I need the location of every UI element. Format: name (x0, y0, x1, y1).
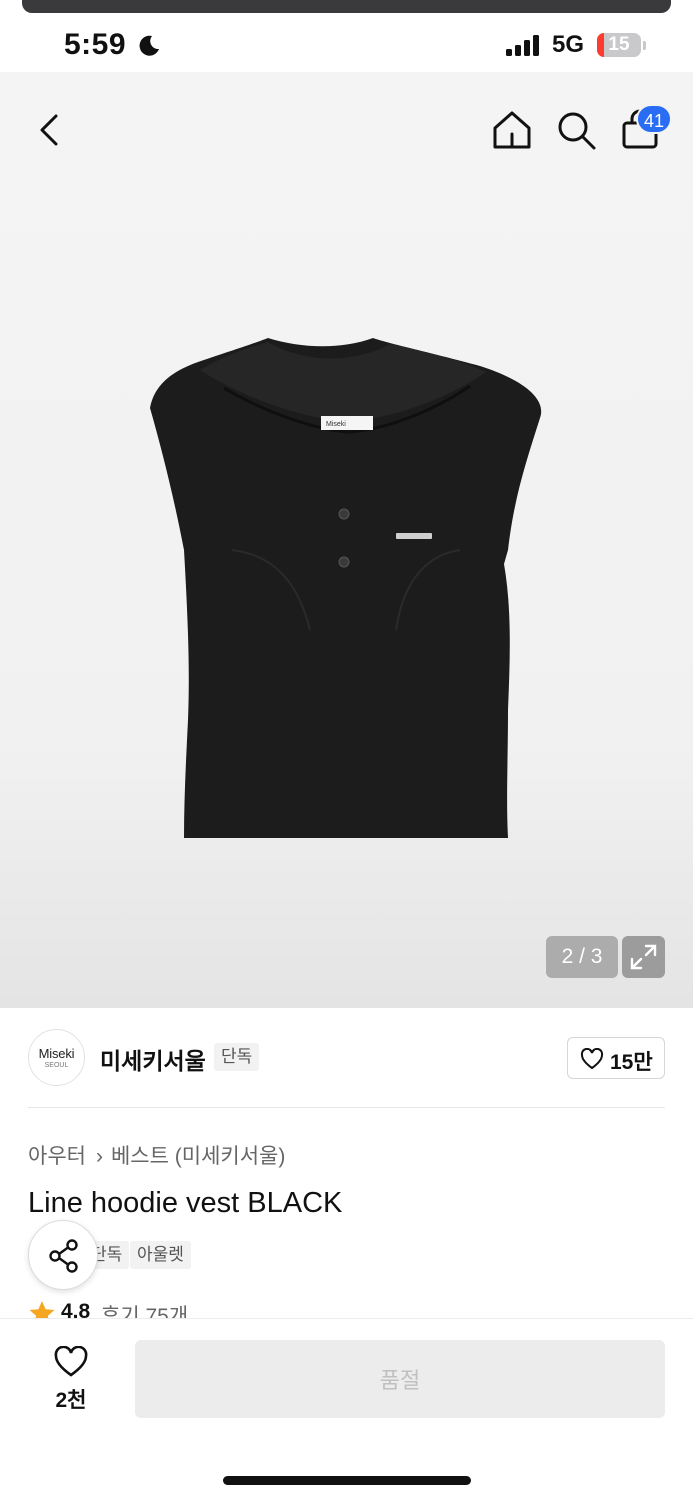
brand-like-count: 15만 (610, 1051, 653, 1074)
product-image: Miseki (150, 338, 542, 838)
wishlist-count: 2천 (55, 1389, 87, 1412)
brand-exclusive-badge: 단독 (214, 1043, 260, 1071)
chevron-right-icon: › (95, 1145, 103, 1168)
top-notch-strip (22, 0, 671, 13)
status-time: 5:59 (64, 28, 127, 61)
breadcrumb-category[interactable]: 아우터 (28, 1145, 86, 1168)
brand-logo[interactable]: Miseki SEOUL (28, 1029, 85, 1086)
breadcrumb: 아우터 › 베스트 (미세키서울) (28, 1140, 285, 1170)
cart-count-badge: 41 (636, 104, 673, 134)
product-logo-label: Miseki (326, 421, 346, 428)
brand-like-button[interactable]: 15만 (567, 1037, 665, 1079)
search-icon[interactable] (554, 108, 598, 152)
share-icon (49, 1239, 78, 1273)
product-tag-outlet: 아울렛 (130, 1241, 191, 1269)
breadcrumb-subcategory[interactable]: 베스트 (미세키서울) (111, 1145, 285, 1168)
brand-name[interactable]: 미세키서울 (100, 1042, 206, 1076)
network-type: 5G (552, 31, 585, 58)
signal-icon (506, 35, 539, 56)
moon-icon (139, 35, 159, 56)
sold-out-button[interactable]: 품절 (135, 1340, 665, 1418)
share-button[interactable] (28, 1220, 98, 1290)
expand-icon[interactable] (622, 936, 665, 978)
heart-icon (580, 1048, 604, 1070)
image-pager: 2 / 3 (546, 936, 618, 978)
divider (28, 1107, 665, 1108)
battery-indicator: 15 (597, 33, 647, 59)
home-indicator[interactable] (223, 1476, 471, 1485)
status-bar: 5:59 5G 15 (0, 20, 693, 72)
product-title: Line hoodie vest BLACK (28, 1187, 343, 1219)
home-icon[interactable] (490, 108, 534, 152)
back-icon[interactable] (30, 108, 70, 152)
wishlist-button[interactable]: 2천 (36, 1340, 106, 1418)
heart-icon (54, 1346, 88, 1377)
battery-level: 15 (608, 34, 630, 55)
